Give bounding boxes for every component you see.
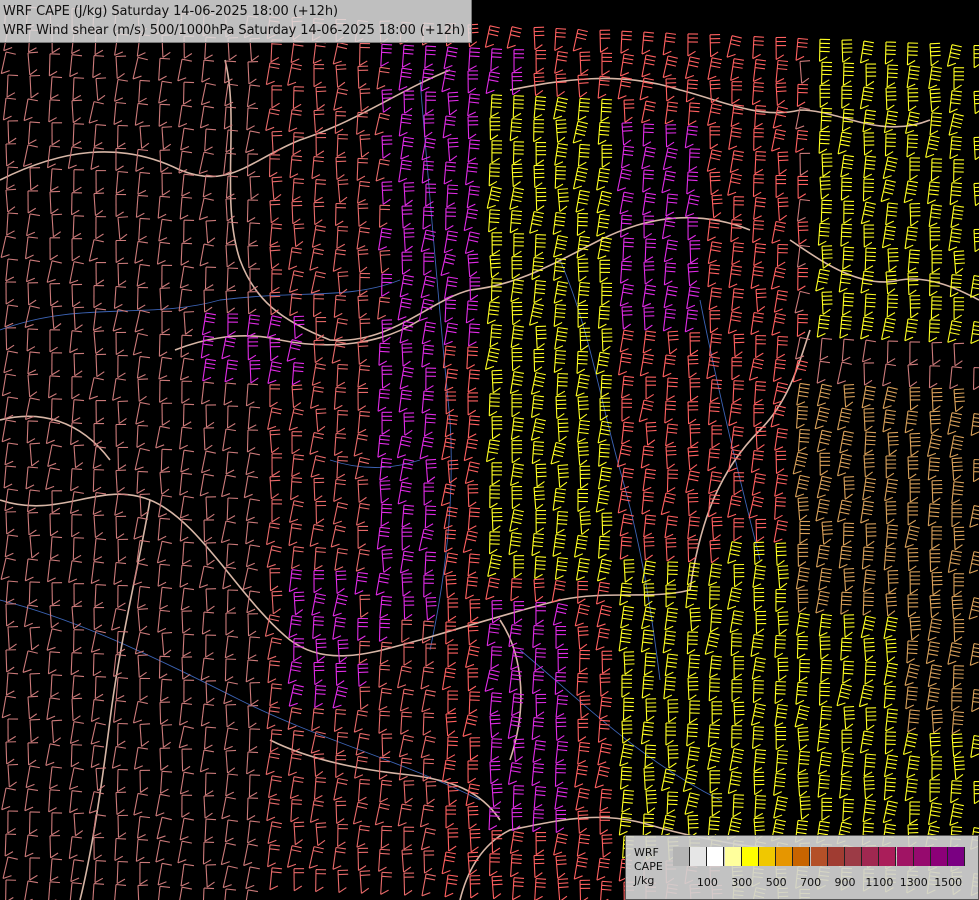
legend-swatch bbox=[741, 847, 759, 866]
legend-swatch bbox=[724, 847, 742, 866]
legend-model-label: WRF bbox=[634, 846, 659, 859]
legend-swatch bbox=[896, 847, 914, 866]
legend-swatch bbox=[948, 847, 966, 866]
legend-tick-label: 1500 bbox=[934, 876, 963, 889]
legend-tick-label: 500 bbox=[765, 876, 787, 889]
legend-swatch bbox=[913, 847, 931, 866]
cape-legend: WRF CAPE J/kg 100 300 500 700 900 1100 1300 150… bbox=[625, 835, 979, 900]
legend-swatch bbox=[810, 847, 828, 866]
legend-unit-label: J/kg bbox=[634, 874, 655, 887]
legend-swatch bbox=[673, 847, 690, 866]
legend-swatch bbox=[845, 847, 862, 866]
weather-map bbox=[0, 0, 979, 900]
legend-swatch bbox=[776, 847, 794, 866]
legend-swatch bbox=[931, 847, 948, 866]
legend-tick-label: 900 bbox=[834, 876, 856, 889]
legend-swatch bbox=[759, 847, 776, 866]
legend-swatch bbox=[862, 847, 880, 866]
legend-variable-label: CAPE bbox=[634, 860, 663, 873]
legend-tick-label: 1100 bbox=[865, 876, 894, 889]
legend-tick-label: 100 bbox=[696, 876, 718, 889]
legend-swatch bbox=[793, 847, 811, 866]
legend-tick-label: 1300 bbox=[899, 876, 928, 889]
title-box: WRF CAPE (J/kg) Saturday 14-06-2025 18:0… bbox=[0, 0, 472, 43]
legend-swatch bbox=[879, 847, 897, 866]
title-cape: WRF CAPE (J/kg) Saturday 14-06-2025 18:0… bbox=[3, 4, 338, 19]
legend-tick-label: 300 bbox=[731, 876, 753, 889]
legend-tick-label: 700 bbox=[800, 876, 822, 889]
title-wind-shear: WRF Wind shear (m/s) 500/1000hPa Saturda… bbox=[3, 23, 466, 38]
legend-swatch bbox=[690, 847, 708, 866]
legend-swatch bbox=[707, 847, 725, 866]
legend-swatch bbox=[827, 847, 845, 866]
